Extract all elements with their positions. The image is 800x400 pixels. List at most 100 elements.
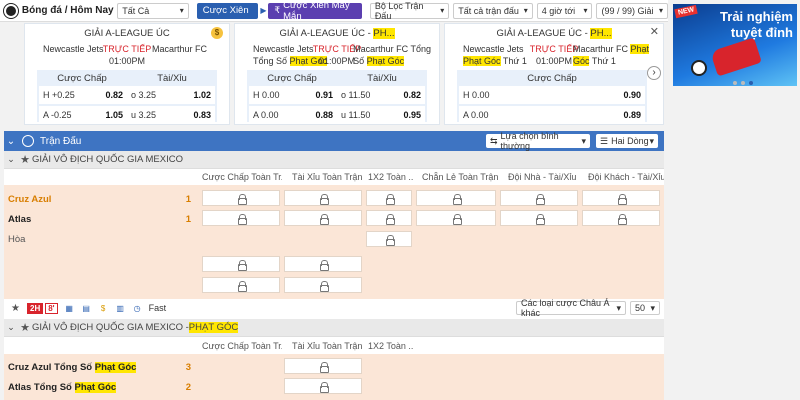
lucky-parlay-button[interactable]: ₹ Cược Xiên May Mắn [268, 0, 362, 22]
lock-icon [385, 213, 395, 225]
star-icon[interactable]: ★ [18, 321, 32, 334]
lock-icon [319, 280, 329, 292]
odds-row: A -0.25 1.05 u 3.25 0.83 [39, 106, 215, 124]
sport-filter-select[interactable]: Tất Cả ▾ [117, 2, 189, 19]
odds-table: ⌄ Trận Đấu ⇆ Lựa chọn bình thường ▾ ☰ Ha… [4, 131, 664, 400]
column-header: Tài Xỉu Toàn Trận [292, 172, 363, 182]
carousel-dots [733, 81, 753, 85]
locked-odds-cell [284, 256, 362, 272]
lock-icon [452, 193, 462, 205]
promo-banner[interactable]: NEW Trải nghiệm tuyệt đỉnh [673, 4, 797, 86]
odds-cell[interactable]: H 0.00 0.91 [249, 90, 337, 100]
locked-odds-cell [500, 190, 578, 206]
live-tracker-icon[interactable]: ▤ [81, 303, 92, 314]
locked-odds-cell [284, 277, 362, 293]
odds-cell[interactable]: A -0.25 1.05 [39, 110, 127, 120]
chevron-down-icon: ▾ [581, 135, 586, 146]
locked-odds-cell [416, 190, 496, 206]
card-league: GIẢI A-LEAGUE ÚC - PH... [496, 28, 612, 39]
league-filter-select[interactable]: Bộ Lọc Trận Đấu ▾ [369, 1, 450, 21]
banner-line-2: tuyệt đỉnh [730, 25, 793, 40]
chevron-down-icon: ▾ [650, 302, 655, 313]
locked-odds-cell [202, 277, 280, 293]
star-icon[interactable]: ★ [18, 153, 32, 166]
column-header: Tài Xỉu Toàn Trận [292, 341, 363, 351]
lines-select[interactable]: ☰ Hai Dòng ▾ [596, 134, 658, 148]
carousel-dot-active[interactable] [749, 81, 753, 85]
top-bar: Bóng đá / Hôm Nay Tất Cả ▾ Cược Xiên ▶ ₹ … [0, 0, 668, 22]
odds-box: Cược Chấp Tài/Xỉu H +0.25 0.82 o 3.25 1.02 … [37, 70, 217, 124]
column-header: Đội Khách - Tài/Xỉu [588, 172, 664, 182]
match-filter-select[interactable]: Tất cả trận đấu ▾ [453, 2, 533, 19]
column-header: Chẵn Lẻ Toàn Trận [422, 172, 499, 182]
timer-icon[interactable]: ◷ [132, 303, 143, 314]
chevron-down-icon: ▾ [179, 6, 184, 15]
lock-icon [535, 193, 545, 205]
page-size-select[interactable]: 50 ▾ [630, 301, 660, 315]
match-card-1[interactable]: GIẢI A-LEAGUE ÚC $ Newcastle Jets TRỰC T… [24, 23, 230, 125]
cashout-icon[interactable]: $ [211, 27, 223, 39]
odds-cell[interactable]: o 3.25 1.02 [127, 90, 215, 100]
team-row-draw: Hòa [8, 233, 26, 245]
chevron-down-icon[interactable]: ⌄ [4, 136, 18, 147]
soccer-ball-icon [691, 60, 707, 76]
odds-cell[interactable]: H 0.00 0.90 [459, 90, 645, 100]
away-team: Macarthur FC Tổng Số Phạt Góc [353, 44, 431, 66]
locked-odds-cell [202, 256, 280, 272]
carousel-dot[interactable] [741, 81, 745, 85]
lock-icon [617, 213, 627, 225]
time-filter-select[interactable]: 4 giờ tới ▾ [536, 2, 593, 19]
stats-grid-icon[interactable]: ▦ [64, 303, 75, 314]
odds-cell[interactable]: H +0.25 0.82 [39, 90, 127, 100]
chevron-right-icon: ▶ [260, 6, 267, 15]
close-icon[interactable]: ✕ [650, 25, 659, 38]
odds-cell[interactable]: A 0.00 0.89 [459, 110, 645, 120]
lock-icon [319, 259, 329, 271]
carousel-dot[interactable] [733, 81, 737, 85]
star-icon[interactable]: ★ [10, 303, 21, 314]
lines-icon: ☰ [600, 135, 609, 146]
chevron-down-icon: ▾ [440, 6, 445, 15]
locked-odds-cell [202, 210, 280, 226]
chevron-down-icon[interactable]: ⌄ [4, 322, 18, 333]
column-header: Đội Nhà - Tài/Xỉu [508, 172, 577, 182]
odds-cell[interactable]: o 11.50 0.82 [337, 90, 425, 100]
player-illustration [710, 37, 762, 77]
team-row-home: Cruz Azul Tổng Số Phạt Góc 3 [8, 361, 191, 373]
column-headers-2: Cược Chấp Toàn Tr... Tài Xỉu Toàn Trận 1… [4, 338, 664, 354]
half-badge: 2H [27, 302, 44, 314]
card-league: GIẢI A-LEAGUE ÚC [84, 28, 170, 39]
parlay-button[interactable]: Cược Xiên [196, 2, 259, 19]
odds-type-select[interactable]: Các loại cược Châu Á khác ▾ [516, 298, 626, 318]
odds-cell[interactable]: u 11.50 0.95 [337, 110, 425, 120]
column-headers: Cược Chấp Toàn Tr... Tài Xỉu Toàn Trận 1… [4, 169, 664, 185]
fast-link[interactable]: Fast [149, 303, 167, 313]
lock-icon [385, 193, 395, 205]
soccer-ball-icon [4, 3, 18, 18]
odds-row: H +0.25 0.82 o 3.25 1.02 [39, 86, 215, 104]
next-arrow-icon[interactable]: › [647, 66, 661, 80]
chevron-down-icon: ▾ [616, 302, 621, 313]
odds-box: Cược Chấp Tài/Xỉu H 0.00 0.91 o 11.50 0.82 … [247, 70, 427, 124]
odds-cell[interactable]: A 0.00 0.88 [249, 110, 337, 120]
odds-cell[interactable]: u 3.25 0.83 [127, 110, 215, 120]
card-league: GIẢI A-LEAGUE ÚC - PH... [279, 28, 395, 39]
table-header: ⌄ Trận Đấu ⇆ Lựa chọn bình thường ▾ ☰ Ha… [4, 131, 664, 151]
team-row-away: Atlas Tổng Số Phạt Góc 2 [8, 381, 191, 393]
chevron-down-icon: ▾ [649, 135, 654, 146]
chevron-down-icon[interactable]: ⌄ [4, 154, 18, 165]
lock-icon [385, 234, 395, 246]
match-card-2[interactable]: GIẢI A-LEAGUE ÚC - PH... Newcastle Jets T… [234, 23, 440, 125]
league-count-select[interactable]: (99 / 99) Giải ▾ [596, 2, 668, 19]
sort-select[interactable]: ⇆ Lựa chọn bình thường ▾ [486, 131, 590, 151]
cashout-icon[interactable]: $ [98, 303, 109, 314]
league-section-2[interactable]: ⌄ ★ GIẢI VÔ ĐỊCH QUỐC GIA MEXICO - PHẠT … [4, 319, 664, 337]
lock-icon [319, 361, 329, 373]
minute-badge: 8' [45, 302, 58, 314]
odds-box: Cược Chấp H 0.00 0.90 A 0.00 0.89 [457, 70, 647, 124]
league-section-1[interactable]: ⌄ ★ GIẢI VÔ ĐỊCH QUỐC GIA MEXICO [4, 151, 664, 169]
lock-icon [237, 193, 247, 205]
match-card-3[interactable]: GIẢI A-LEAGUE ÚC - PH... ✕ Newcastle Jet… [444, 23, 664, 125]
bar-chart-icon[interactable]: ▥ [115, 303, 126, 314]
locked-odds-cell [366, 190, 412, 206]
